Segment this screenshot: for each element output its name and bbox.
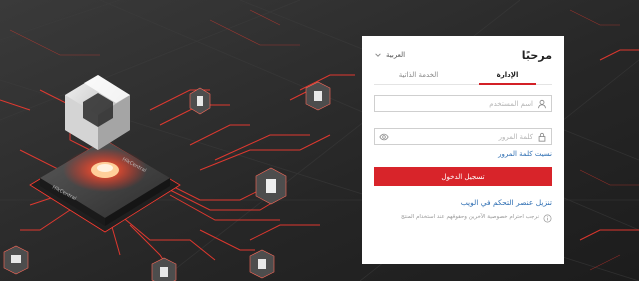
login-panel: مرحبًا العربية الإدارة الخدمة الذاتية اس…	[362, 36, 564, 264]
user-icon	[538, 99, 546, 108]
forgot-password-link[interactable]: نسيت كلمة المرور	[374, 150, 552, 158]
username-input[interactable]	[379, 97, 537, 110]
password-input[interactable]	[389, 130, 537, 143]
privacy-note-text: نرجب احترام خصوصية الآخرين وحقوقهم عند ا…	[400, 214, 539, 220]
welcome-title: مرحبًا	[521, 48, 552, 62]
username-field	[374, 95, 552, 112]
info-circle-icon	[543, 214, 552, 223]
tab-management[interactable]: الإدارة	[463, 68, 552, 85]
panel-header: مرحبًا العربية	[374, 46, 552, 64]
language-selector[interactable]: العربية	[374, 51, 405, 59]
login-tabs: الإدارة الخدمة الذاتية	[374, 68, 552, 85]
language-label: العربية	[386, 51, 406, 59]
password-field	[374, 128, 552, 145]
login-page: HikCentral HikCentral مرحبًا العربية الإ…	[0, 0, 639, 281]
privacy-note: نرجب احترام خصوصية الآخرين وحقوقهم عند ا…	[374, 213, 552, 223]
lock-icon	[538, 132, 546, 142]
tab-self-service[interactable]: الخدمة الذاتية	[374, 68, 463, 84]
chevron-down-icon	[375, 53, 381, 57]
download-web-control-link[interactable]: تنزيل عنصر التحكم في الويب	[374, 198, 552, 207]
login-button[interactable]: تسجيل الدخول	[374, 167, 552, 186]
eye-icon[interactable]	[379, 132, 389, 142]
